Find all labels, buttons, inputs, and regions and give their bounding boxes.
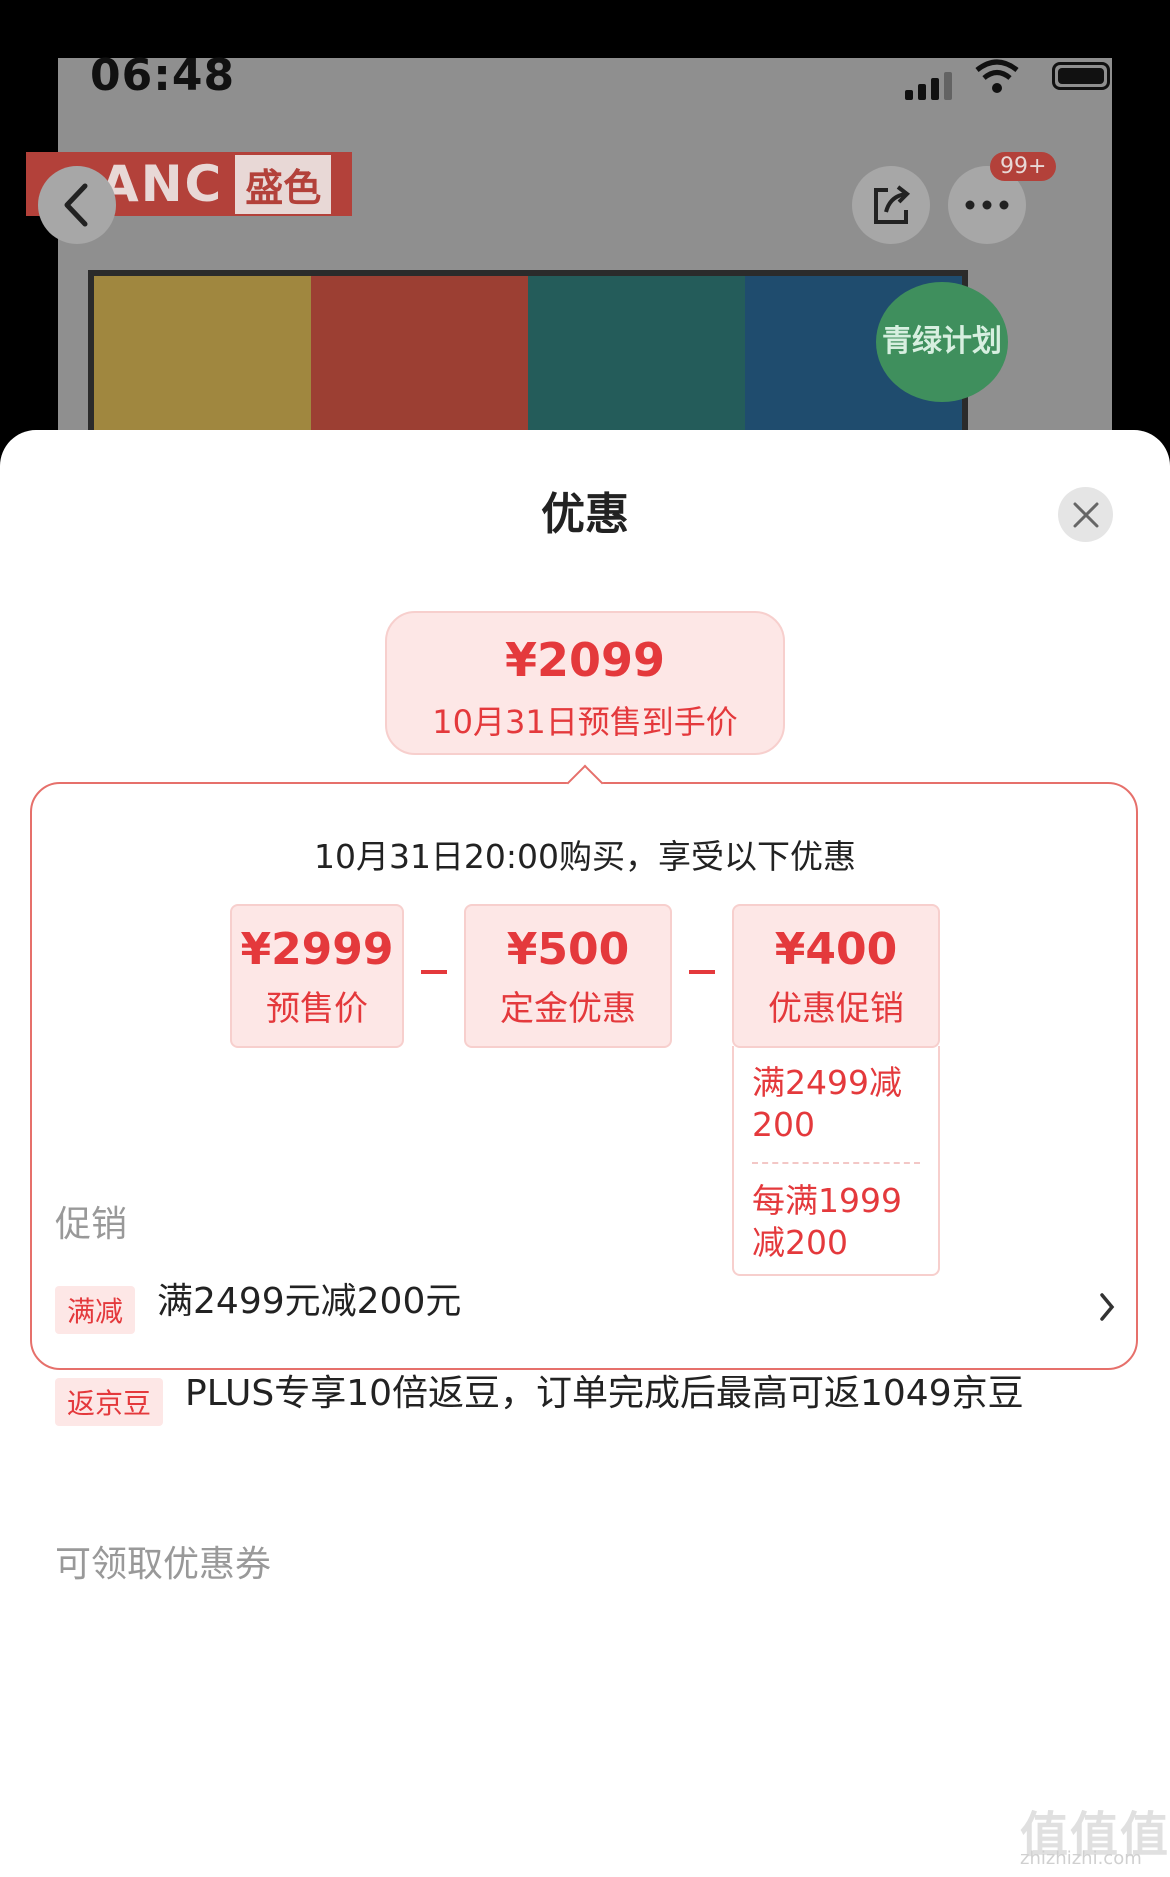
deposit-discount-chip: ¥500 定金优惠 [464,904,672,1048]
promo-tag: 返京豆 [55,1378,164,1426]
deposit-discount-amount: ¥500 [506,924,630,975]
watermark-url: zhizhizhi.com [1020,1848,1142,1869]
presale-price-chip: ¥2999 预售价 [230,904,404,1048]
promo-item-full-reduction[interactable]: 满减 满2499元减200元 [55,1278,1115,1334]
close-button[interactable] [1058,487,1113,542]
status-time: 06:48 [90,50,236,101]
sheet-title: 优惠 [541,489,629,540]
presale-price-amount: ¥2999 [240,924,394,975]
brand-logo-text-cn: 盛色 [235,154,332,214]
screen: 06:48 ANC 盛色 99+ 青绿计划 优惠 ¥2099 10月31日预售到… [0,0,1170,1877]
rule-divider [752,1162,920,1164]
chevron-right-icon[interactable] [1099,1292,1115,1322]
deposit-discount-label: 定金优惠 [500,989,636,1029]
promo-text: PLUS专享10倍返豆，订单完成后最高可返1049京豆 [185,1373,1024,1414]
promotion-discount-chip: ¥400 优惠促销 [732,904,940,1048]
promo-tag: 满减 [55,1286,136,1334]
chevron-left-icon [64,183,88,227]
notification-badge: 99+ [990,152,1057,181]
final-price-label: 10月31日预售到手价 [432,703,738,741]
final-price-bubble: ¥2099 10月31日预售到手价 [385,611,785,755]
minus-sign [689,970,715,974]
close-icon [1073,502,1098,527]
product-banner-image [88,270,968,450]
more-dots-icon [965,200,1009,210]
promo-section-label: 促销 [55,1204,128,1245]
final-price-amount: ¥2099 [504,633,666,687]
promo-text: 满2499元减200元 [157,1281,462,1322]
breakdown-title: 10月31日20:00购买，享受以下优惠 [313,837,857,876]
promotion-discount-amount: ¥400 [774,924,898,975]
promotion-discount-label: 优惠促销 [768,989,904,1029]
coupon-section-label: 可领取优惠券 [55,1544,272,1585]
share-button[interactable] [852,166,930,244]
share-icon [874,185,911,224]
wifi-icon [975,59,1019,93]
minus-sign [421,970,447,974]
promotion-rule: 满2499减200 [752,1063,902,1144]
promotion-rule: 每满1999减200 [752,1181,902,1262]
cellular-signal-icon [905,72,952,100]
green-plan-badge: 青绿计划 [876,282,1008,402]
status-bar: 06:48 [58,48,1112,101]
presale-price-label: 预售价 [266,989,368,1029]
back-button[interactable] [38,166,116,244]
promo-item-jd-beans: 返京豆 PLUS专享10倍返豆，订单完成后最高可返1049京豆 [55,1370,1065,1426]
discount-sheet: 优惠 ¥2099 10月31日预售到手价 10月31日20:00购买，享受以下优… [0,430,1170,1877]
promotion-rules: 满2499减200 每满1999减200 [732,1046,940,1276]
battery-icon [1052,62,1110,90]
